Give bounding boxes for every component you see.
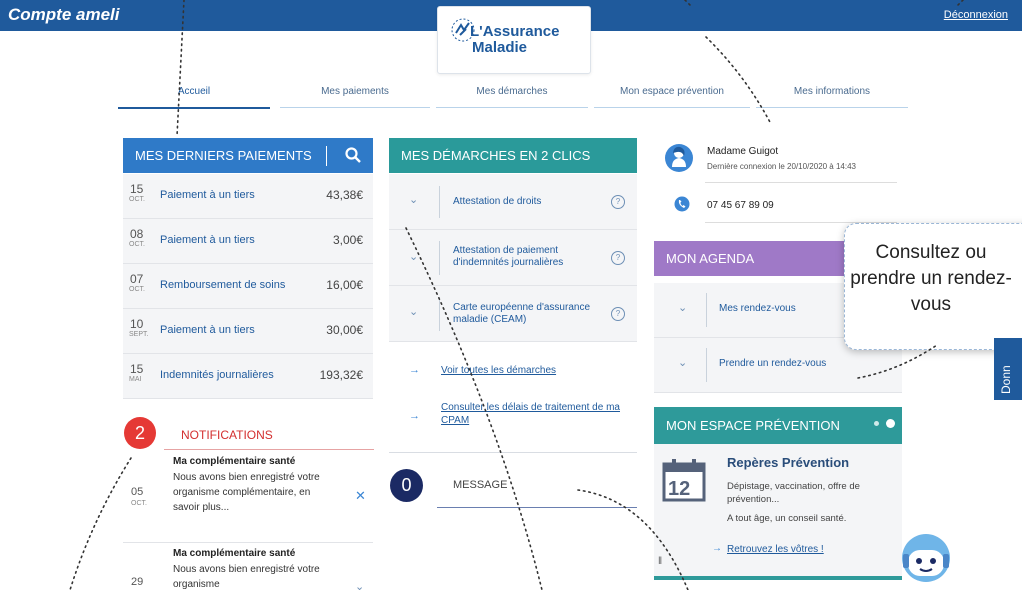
pointer-line <box>577 489 689 590</box>
pointer-line <box>857 344 938 379</box>
pointer-line <box>956 0 964 7</box>
pointer-line <box>69 457 132 590</box>
pointer-line <box>176 0 185 137</box>
tutorial-pointers <box>69 0 964 590</box>
pointer-line <box>684 0 691 6</box>
pointer-line <box>705 36 772 125</box>
pointer-line <box>405 227 543 590</box>
